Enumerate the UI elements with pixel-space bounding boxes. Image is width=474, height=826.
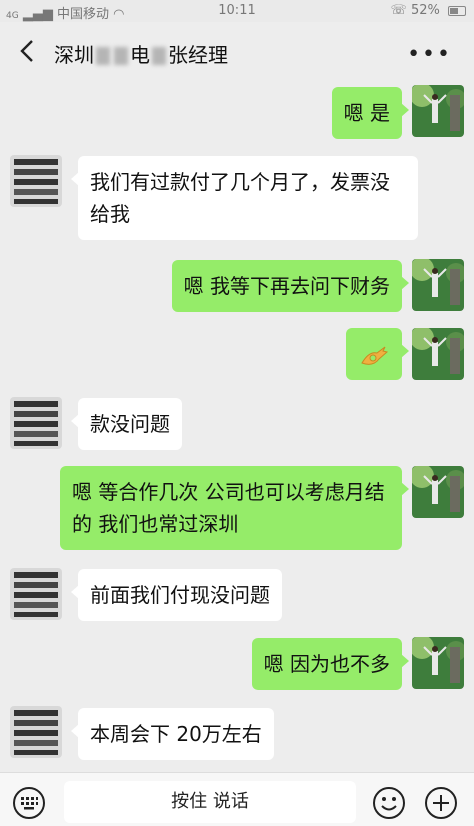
- keyboard-toggle-icon[interactable]: [12, 786, 46, 820]
- message-bubble-outgoing[interactable]: 👌: [346, 328, 409, 380]
- title-part-1: 深圳: [54, 43, 94, 67]
- message-bubble-incoming[interactable]: 我们有过款付了几个月了，发票没给我: [71, 156, 418, 240]
- redacted-mark: [152, 47, 166, 65]
- redacted-mark: [96, 47, 110, 65]
- hold-to-talk-button[interactable]: 按住 说话: [64, 781, 356, 823]
- self-avatar-image: [412, 328, 464, 380]
- back-arrow-icon[interactable]: [14, 37, 42, 65]
- self-avatar-image: [412, 637, 464, 689]
- self-avatar[interactable]: [412, 466, 464, 518]
- message-bubble-incoming[interactable]: 前面我们付现没问题: [71, 569, 282, 621]
- message-bubble-outgoing[interactable]: 嗯 因为也不多: [251, 638, 410, 690]
- message-bubble-incoming[interactable]: 款没问题: [71, 398, 182, 450]
- self-avatar-image: [412, 85, 464, 137]
- self-avatar[interactable]: [412, 328, 464, 380]
- message-bubble-incoming[interactable]: 本周会下 20万左右: [71, 708, 274, 760]
- emoji-icon[interactable]: [372, 786, 406, 820]
- chat-header: 深圳 电张经理 •••: [0, 22, 474, 82]
- title-part-3: 张经理: [168, 43, 228, 67]
- self-avatar[interactable]: [412, 637, 464, 689]
- status-bar: 4G ▂▄▆ 中国移动 ◠ 10:11 ☏ 52%: [0, 0, 474, 22]
- self-avatar[interactable]: [412, 259, 464, 311]
- contact-avatar-image: [10, 155, 62, 207]
- self-avatar-image: [412, 259, 464, 311]
- title-part-2: 电: [130, 43, 150, 67]
- contact-avatar-image: [10, 706, 62, 758]
- battery-percent: 52%: [410, 3, 440, 18]
- contact-avatar[interactable]: [10, 155, 62, 207]
- chat-title: 深圳 电张经理: [54, 39, 228, 68]
- battery-icon: [448, 5, 466, 16]
- ok-hand-emoji-icon: [361, 346, 389, 365]
- contact-avatar-image: [10, 397, 62, 449]
- input-bar: 按住 说话: [0, 772, 474, 826]
- contact-avatar[interactable]: [10, 568, 62, 620]
- contact-avatar[interactable]: [10, 397, 62, 449]
- chat-message-list[interactable]: 嗯 是 我们有过款付了几个月了，发票没给我 嗯 我等下再去问下财务 款没问题 嗯…: [0, 82, 474, 772]
- status-right: ☏ 52%: [391, 3, 466, 18]
- plus-icon[interactable]: [424, 786, 458, 820]
- more-options-button[interactable]: •••: [407, 42, 452, 67]
- call-icon: ☏: [390, 3, 407, 18]
- message-bubble-outgoing[interactable]: 嗯 等合作几次 公司也可以考虑月结的 我们也常过深圳: [60, 466, 409, 550]
- redacted-mark: [114, 47, 128, 65]
- message-bubble-outgoing[interactable]: 嗯 是: [331, 87, 410, 139]
- self-avatar[interactable]: [412, 85, 464, 137]
- contact-avatar-image: [10, 568, 62, 620]
- self-avatar-image: [412, 466, 464, 518]
- contact-avatar[interactable]: [10, 706, 62, 758]
- message-bubble-outgoing[interactable]: 嗯 我等下再去问下财务: [171, 260, 410, 312]
